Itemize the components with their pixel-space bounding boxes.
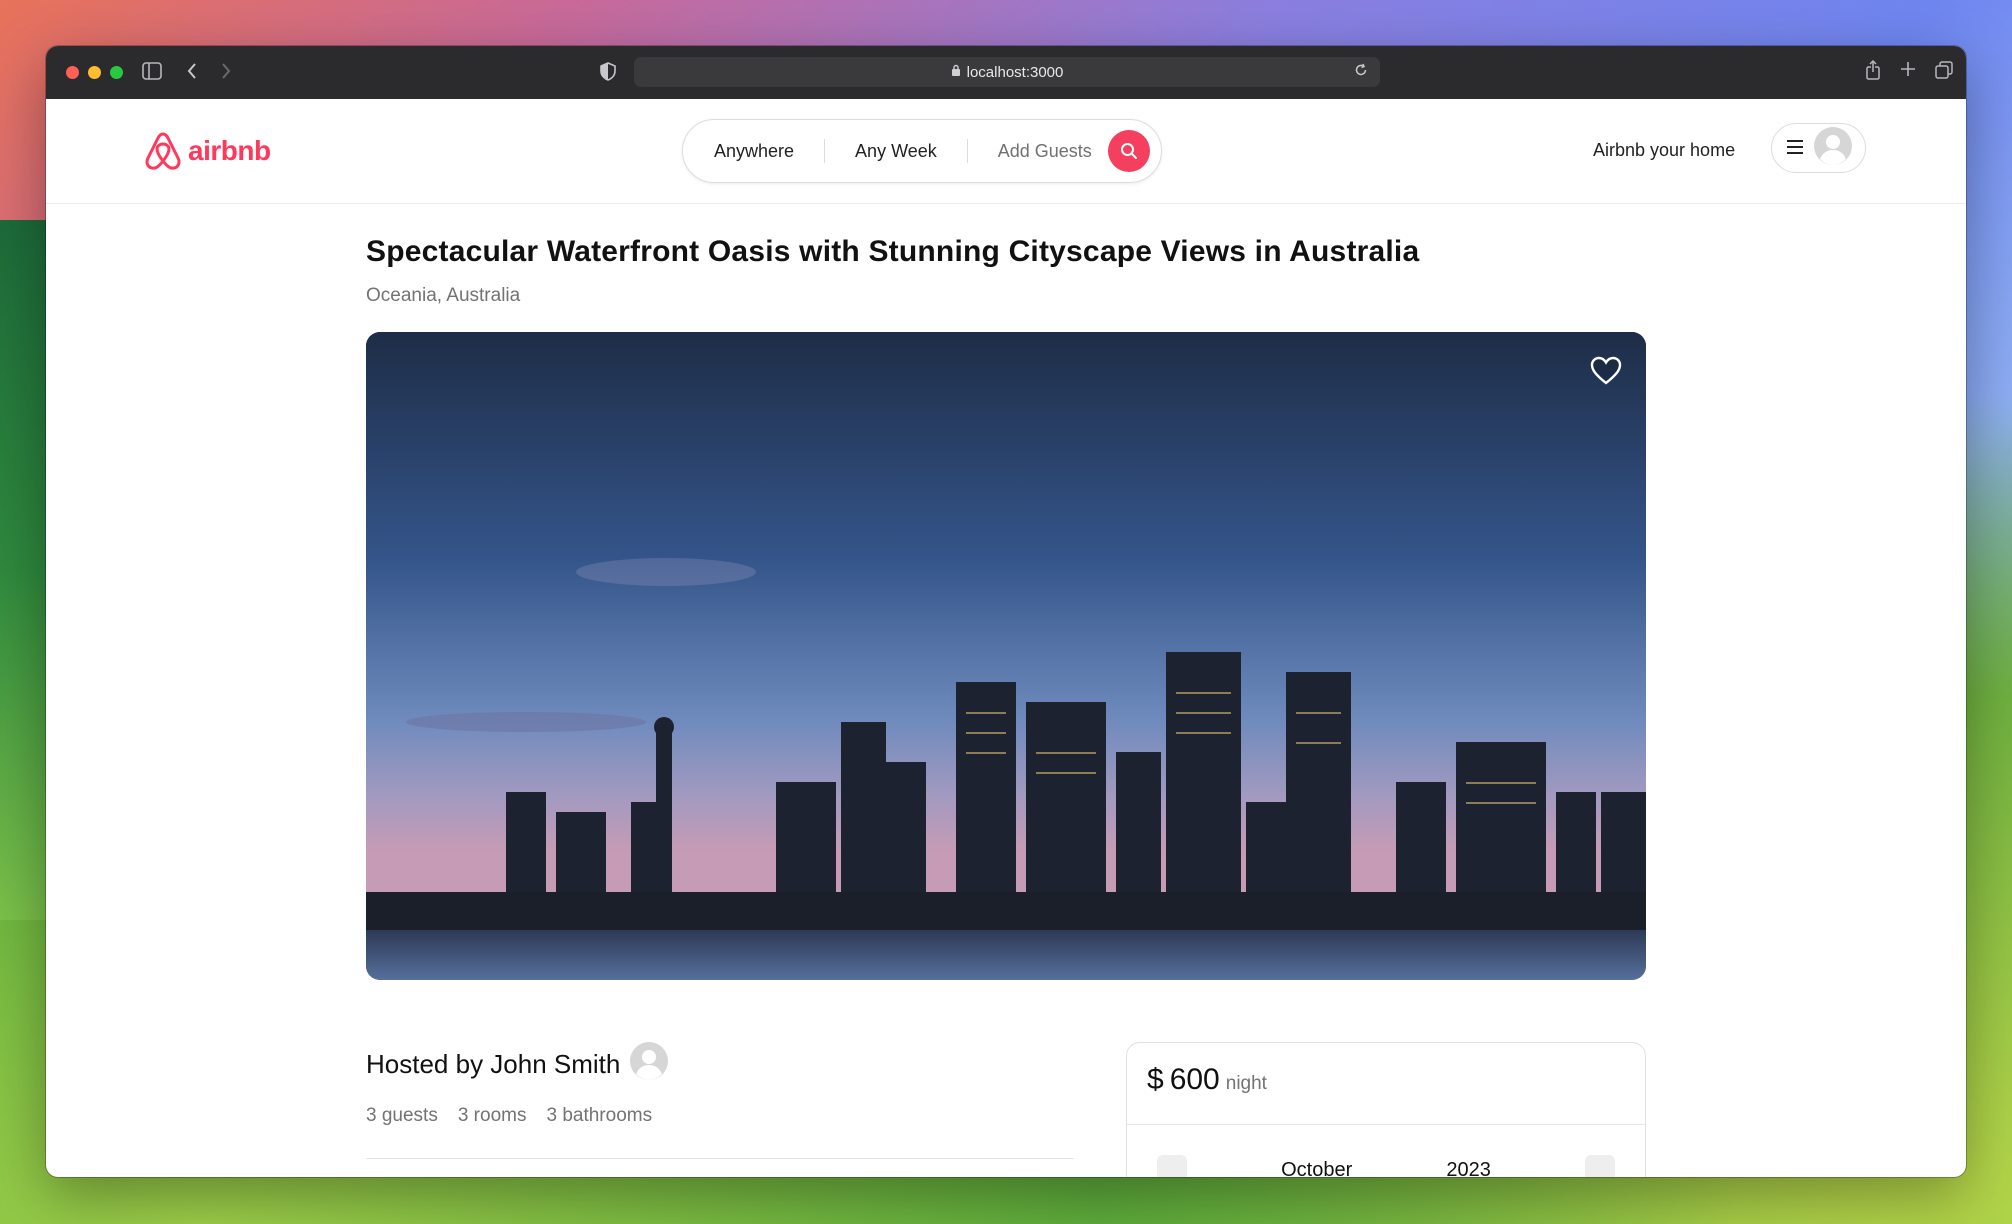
calendar-year: 2023 xyxy=(1446,1158,1491,1178)
calendar-header: October 2023 xyxy=(1127,1125,1645,1177)
avatar xyxy=(1814,126,1852,170)
search-button[interactable] xyxy=(1107,130,1150,172)
reload-icon[interactable] xyxy=(1354,63,1368,81)
window-controls xyxy=(66,66,123,79)
section-divider xyxy=(366,1158,1074,1159)
listing-content: Spectacular Waterfront Oasis with Stunni… xyxy=(366,204,1646,1177)
lock-icon xyxy=(951,64,961,80)
share-icon[interactable] xyxy=(1865,59,1881,84)
search-icon xyxy=(1120,143,1137,159)
guest-count: 3 guests xyxy=(366,1105,438,1126)
host-name: Hosted by John Smith xyxy=(366,1049,621,1079)
zoom-window-button[interactable] xyxy=(110,66,123,79)
browser-titlebar: localhost:3000 xyxy=(46,46,1966,99)
search-bar[interactable]: Anywhere Any Week Add Guests xyxy=(682,119,1162,183)
airbnb-logo-icon xyxy=(145,132,181,170)
url-text: localhost:3000 xyxy=(966,63,1064,81)
host-avatar xyxy=(630,1042,669,1087)
close-window-button[interactable] xyxy=(66,66,79,79)
calendar-month: October xyxy=(1281,1158,1353,1178)
listing-title: Spectacular Waterfront Oasis with Stunni… xyxy=(366,235,1420,268)
bathroom-count: 3 bathrooms xyxy=(546,1105,653,1126)
minimize-window-button[interactable] xyxy=(88,66,101,79)
address-bar[interactable]: localhost:3000 xyxy=(634,57,1380,87)
forward-icon[interactable] xyxy=(220,61,232,85)
price-unit: night xyxy=(1225,1073,1267,1094)
price-amount: 600 xyxy=(1169,1063,1220,1096)
price-row: $ 600 night xyxy=(1127,1043,1645,1125)
site-navbar: airbnb Anywhere Any Week Add Guests Airb… xyxy=(46,99,1966,204)
tab-overview-icon[interactable] xyxy=(1935,61,1953,83)
calendar-next-button[interactable] xyxy=(1584,1155,1615,1177)
airbnb-your-home-link[interactable]: Airbnb your home xyxy=(1593,140,1735,161)
calendar-prev-button[interactable] xyxy=(1157,1155,1187,1177)
browser-window: localhost:3000 airbnb Anywhere Any Week … xyxy=(46,46,1966,1177)
room-count: 3 rooms xyxy=(457,1105,527,1126)
search-guests[interactable]: Add Guests xyxy=(968,139,1108,163)
logo-text: airbnb xyxy=(188,135,271,166)
reservation-card: $ 600 night October 2023 xyxy=(1126,1042,1646,1177)
search-location[interactable]: Anywhere xyxy=(683,139,826,163)
airbnb-logo[interactable]: airbnb xyxy=(144,131,271,171)
user-menu-button[interactable] xyxy=(1771,123,1866,173)
menu-icon xyxy=(1786,135,1804,161)
city-skyline-image xyxy=(366,332,1646,980)
price-currency: $ xyxy=(1147,1063,1164,1096)
shield-icon[interactable] xyxy=(600,62,616,85)
listing-location: Oceania, Australia xyxy=(366,285,521,306)
new-tab-icon[interactable] xyxy=(1900,61,1916,81)
listing-details: Hosted by John Smith 3 guests 3 rooms 3 … xyxy=(366,1042,1646,1177)
listing-photo xyxy=(366,332,1646,980)
search-dates[interactable]: Any Week xyxy=(825,139,968,163)
sidebar-toggle-icon[interactable] xyxy=(142,62,162,84)
back-icon[interactable] xyxy=(186,61,198,85)
favorite-heart-icon[interactable] xyxy=(1590,356,1622,391)
